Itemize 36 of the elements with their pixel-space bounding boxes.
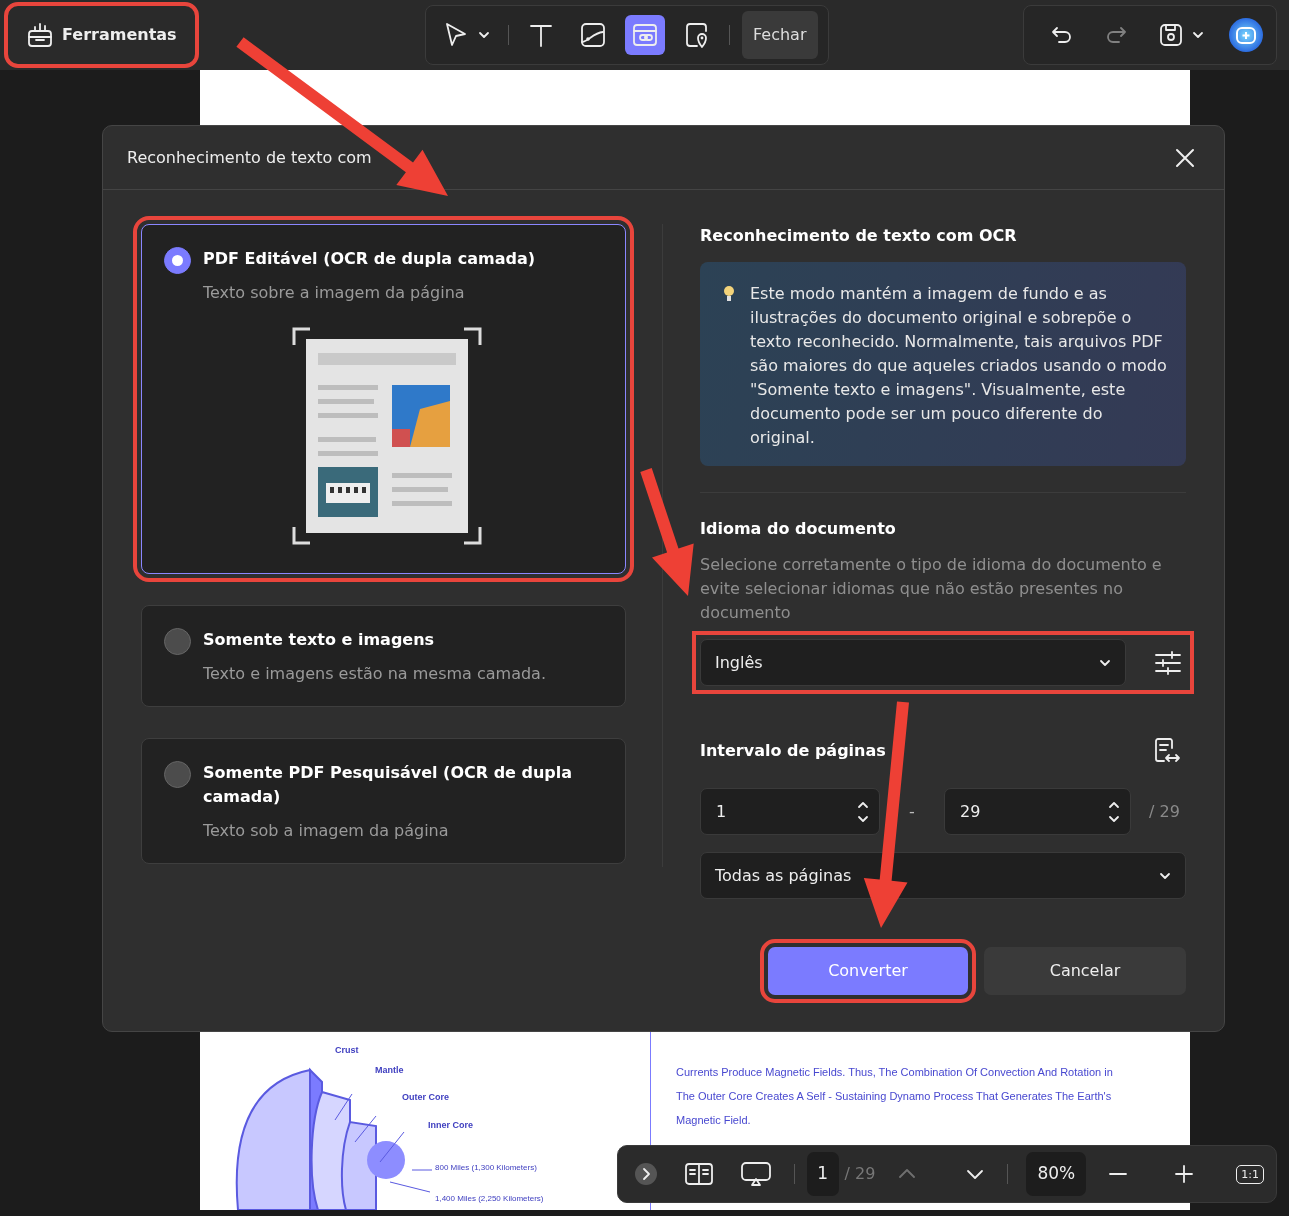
page-scope-dropdown[interactable]: Todas as páginas <box>700 852 1186 899</box>
paragraph-line: Magnetic Field. <box>676 1113 752 1128</box>
diagram-label: Outer Core <box>402 1092 449 1102</box>
actual-size-button[interactable]: 1:1 <box>1236 1164 1264 1184</box>
option-description: Texto sobre a imagem da página <box>203 282 466 304</box>
diagram-label: 1,400 Miles (2,250 Kilometers) <box>435 1194 544 1203</box>
paragraph-line: Currents Produce Magnetic Fields. Thus, The Combination Of Convection And Rotation in <box>676 1065 1113 1080</box>
close-tool-button[interactable]: Fechar <box>742 11 818 59</box>
option-title: PDF Editável (OCR de dupla camada) <box>203 248 537 270</box>
info-text: Este modo mantém a imagem de fundo e as ilustrações do documento original e sobrepõe o texto reconhecido. Normalmente, tais arquivos PDF são maiores do que aqueles criados usando o modo "Somente texto e imagens". Visualmente, este documento pode ser um pouco diferente do original. <box>750 283 1168 449</box>
language-dropdown[interactable]: Inglês <box>700 639 1126 686</box>
option-description: Texto e imagens estão na mesma camada. <box>203 663 547 685</box>
section-description: Selecione corretamente o tipo de idioma do documento e evite selecionar idiomas que não estão presentes no documento <box>700 554 1163 624</box>
range-separator: - <box>908 800 916 823</box>
section-heading: Idioma do documento <box>700 518 897 540</box>
page-to-field[interactable]: 29 <box>944 788 1131 835</box>
ocr-mode-option[interactable]: Somente PDF Pesquisável (OCR de dupla camada) Texto sob a imagem da página <box>141 738 626 864</box>
tools-button[interactable]: Ferramentas <box>12 10 191 60</box>
zoom-level-field[interactable]: 80% <box>1026 1152 1087 1196</box>
page-number-field[interactable]: 1 <box>806 1152 839 1196</box>
section-heading: Reconhecimento de texto com OCR <box>700 225 1018 247</box>
page-total: / 29 <box>844 1163 876 1185</box>
diagram-label: 800 Miles (1,300 Kilometers) <box>435 1163 537 1172</box>
option-description: Texto sob a imagem da página <box>203 820 450 842</box>
diagram-label: Inner Core <box>428 1120 473 1130</box>
page-from-field[interactable]: 1 <box>700 788 880 835</box>
option-title: Somente texto e imagens <box>203 629 436 651</box>
diagram-label: Mantle <box>375 1065 404 1075</box>
section-heading: Intervalo de páginas <box>700 740 886 762</box>
paragraph-line: The Outer Core Creates A Self - Sustaining Dynamo Process That Generates The Earth's <box>676 1089 1113 1104</box>
diagram-label: Crust <box>335 1045 359 1055</box>
ocr-mode-option[interactable]: Somente texto e imagens Texto e imagens estão na mesma camada. <box>141 605 626 707</box>
dialog-title: Reconhecimento de texto com <box>127 146 372 169</box>
option-title: Somente PDF Pesquisável (OCR de dupla camada) <box>203 762 574 808</box>
page-total: / 29 <box>1149 800 1180 823</box>
cancel-button[interactable]: Cancelar <box>984 947 1186 995</box>
